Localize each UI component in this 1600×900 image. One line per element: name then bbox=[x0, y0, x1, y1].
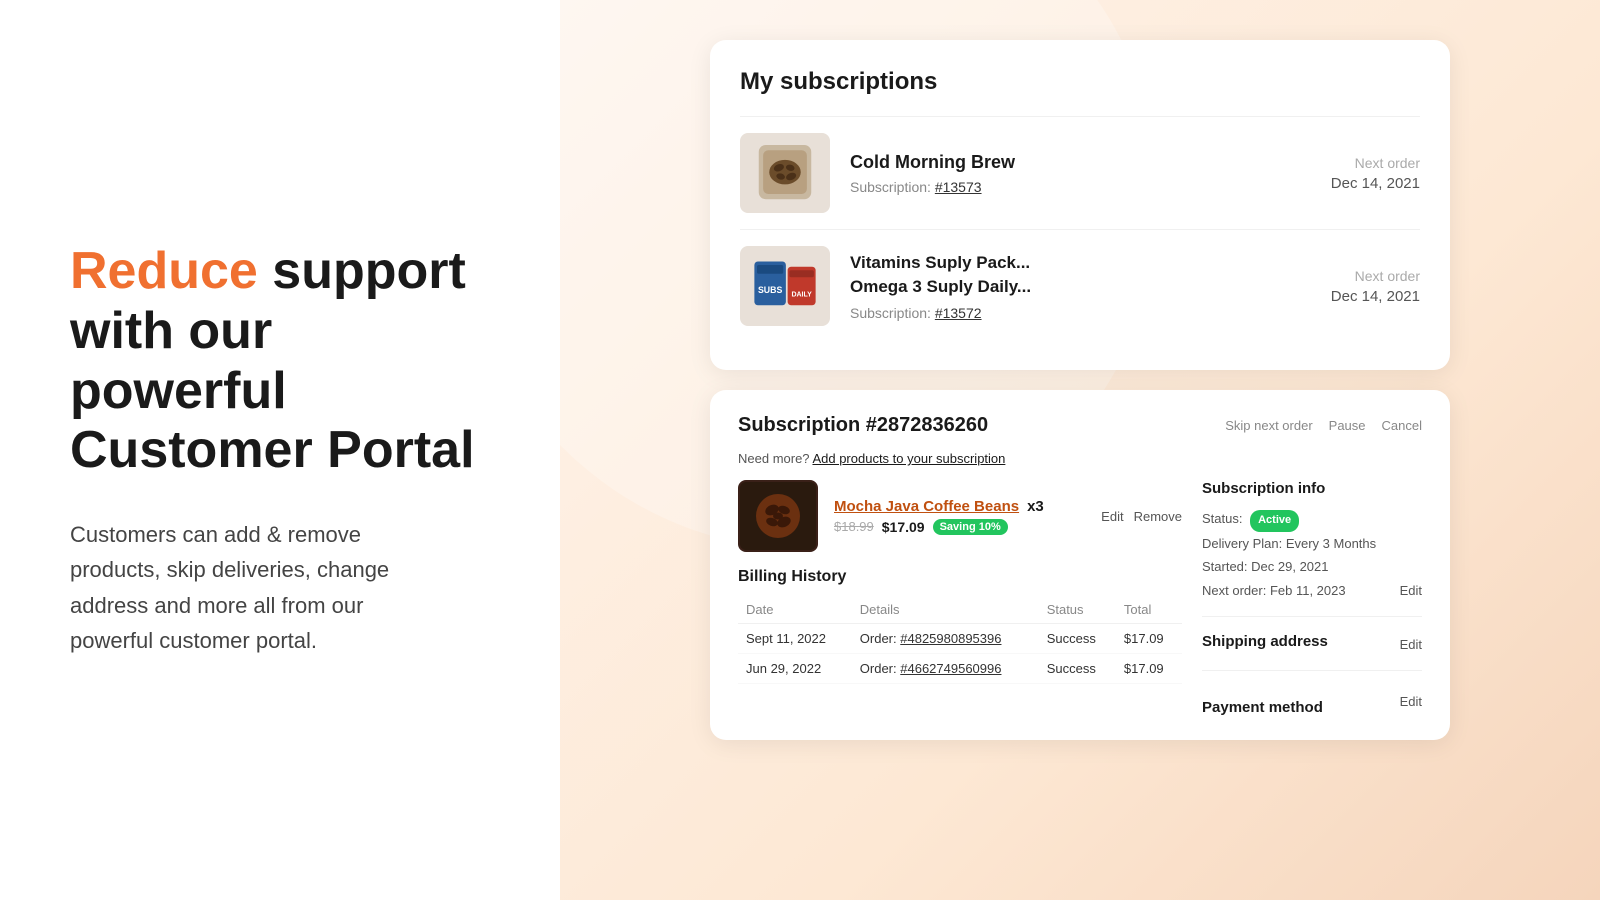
billing-details-1: Order: #4825980895396 bbox=[852, 624, 1039, 654]
subscription-item-2[interactable]: SUBS DAILY Vitamins Suply Pack... Omega … bbox=[740, 229, 1420, 342]
svg-text:SUBS: SUBS bbox=[758, 285, 782, 295]
col-details: Details bbox=[852, 596, 1039, 624]
headline: Reduce supportwith our powerfulCustomer … bbox=[70, 242, 490, 481]
sub-id-link-2[interactable]: #13572 bbox=[935, 305, 982, 321]
left-panel: Reduce supportwith our powerfulCustomer … bbox=[0, 0, 560, 900]
sub-image-2: SUBS DAILY bbox=[740, 246, 830, 326]
detail-left: Mocha Java Coffee Beans x3 $18.99 $17.09… bbox=[738, 480, 1182, 716]
add-products-text: Need more? Add products to your subscrip… bbox=[738, 451, 1422, 466]
sub-image-1 bbox=[740, 133, 830, 213]
sub-id-link-1[interactable]: #13573 bbox=[935, 179, 982, 195]
sub-right-1: Next order Dec 14, 2021 bbox=[1331, 155, 1420, 192]
sub-number-2: Subscription: #13572 bbox=[850, 305, 1311, 321]
skip-next-order-link[interactable]: Skip next order bbox=[1225, 418, 1312, 433]
sub-info-2: Vitamins Suply Pack... Omega 3 Suply Dai… bbox=[850, 251, 1311, 321]
product-row: Mocha Java Coffee Beans x3 $18.99 $17.09… bbox=[738, 480, 1182, 552]
billing-section: Billing History Date Details Status Tota… bbox=[738, 568, 1182, 684]
col-date: Date bbox=[738, 596, 852, 624]
add-products-link[interactable]: Add products to your subscription bbox=[812, 451, 1005, 466]
next-order-label-2: Next order bbox=[1331, 268, 1420, 284]
detail-body: Mocha Java Coffee Beans x3 $18.99 $17.09… bbox=[738, 480, 1422, 716]
sub-info-1: Cold Morning Brew Subscription: #13573 bbox=[850, 152, 1311, 195]
next-order-row: Next order: Feb 11, 2023 Edit bbox=[1202, 579, 1422, 602]
sub-number-1: Subscription: #13573 bbox=[850, 179, 1311, 195]
product-qty: x3 bbox=[1027, 498, 1044, 515]
product-image bbox=[738, 480, 818, 552]
billing-details-2: Order: #4662749560996 bbox=[852, 654, 1039, 684]
product-info: Mocha Java Coffee Beans x3 $18.99 $17.09… bbox=[834, 498, 1101, 535]
billing-order-link-2[interactable]: #4662749560996 bbox=[900, 661, 1001, 676]
sub-info-section: Subscription info Status: Active Deliver… bbox=[1202, 480, 1422, 617]
price-new: $17.09 bbox=[882, 519, 925, 535]
billing-total-2: $17.09 bbox=[1116, 654, 1182, 684]
next-order-date-2: Dec 14, 2021 bbox=[1331, 288, 1420, 305]
delivery-row: Delivery Plan: Every 3 Months bbox=[1202, 532, 1422, 555]
sub-right-2: Next order Dec 14, 2021 bbox=[1331, 268, 1420, 305]
detail-actions: Skip next order Pause Cancel bbox=[1225, 418, 1422, 433]
sub-info-edit-link[interactable]: Edit bbox=[1400, 579, 1422, 602]
sub-info-heading: Subscription info bbox=[1202, 480, 1325, 497]
subscriptions-card: My subscriptions Cold Morning Brew Su bbox=[710, 40, 1450, 370]
payment-section: Payment method Edit bbox=[1202, 687, 1422, 716]
sub-name-2: Vitamins Suply Pack... Omega 3 Suply Dai… bbox=[850, 251, 1311, 299]
shipping-section: Shipping address Edit bbox=[1202, 633, 1422, 671]
status-active-badge: Active bbox=[1250, 510, 1299, 532]
billing-total-1: $17.09 bbox=[1116, 624, 1182, 654]
subscriptions-title: My subscriptions bbox=[740, 68, 1420, 96]
col-total: Total bbox=[1116, 596, 1182, 624]
product-edit-link[interactable]: Edit bbox=[1101, 509, 1123, 524]
svg-text:DAILY: DAILY bbox=[791, 292, 812, 299]
sub-name-1: Cold Morning Brew bbox=[850, 152, 1311, 173]
next-order-label-1: Next order bbox=[1331, 155, 1420, 171]
body-text: Customers can add & removeproducts, skip… bbox=[70, 517, 490, 658]
pause-link[interactable]: Pause bbox=[1329, 418, 1366, 433]
status-row: Status: Active bbox=[1202, 507, 1422, 532]
headline-highlight: Reduce bbox=[70, 242, 258, 300]
billing-row-1: Sept 11, 2022 Order: #4825980895396 Succ… bbox=[738, 624, 1182, 654]
billing-table: Date Details Status Total Sept 11, 2022 … bbox=[738, 596, 1182, 684]
product-pricing: $18.99 $17.09 Saving 10% bbox=[834, 519, 1101, 535]
detail-title: Subscription #2872836260 bbox=[738, 414, 988, 437]
billing-row-2: Jun 29, 2022 Order: #4662749560996 Succe… bbox=[738, 654, 1182, 684]
product-edit-remove: Edit Remove bbox=[1101, 509, 1182, 524]
detail-header: Subscription #2872836260 Skip next order… bbox=[738, 414, 1422, 437]
product-remove-link[interactable]: Remove bbox=[1134, 509, 1182, 524]
payment-edit-link[interactable]: Edit bbox=[1400, 694, 1422, 709]
billing-order-link-1[interactable]: #4825980895396 bbox=[900, 631, 1001, 646]
right-panel: My subscriptions Cold Morning Brew Su bbox=[560, 0, 1600, 900]
billing-date-1: Sept 11, 2022 bbox=[738, 624, 852, 654]
next-order-date-1: Dec 14, 2021 bbox=[1331, 175, 1420, 192]
billing-status-2: Success bbox=[1039, 654, 1116, 684]
price-old: $18.99 bbox=[834, 519, 874, 534]
product-name-link[interactable]: Mocha Java Coffee Beans bbox=[834, 498, 1019, 515]
sub-info-rows: Status: Active Delivery Plan: Every 3 Mo… bbox=[1202, 507, 1422, 602]
billing-date-2: Jun 29, 2022 bbox=[738, 654, 852, 684]
shipping-title: Shipping address bbox=[1202, 633, 1328, 650]
billing-status-1: Success bbox=[1039, 624, 1116, 654]
started-row: Started: Dec 29, 2021 bbox=[1202, 555, 1422, 578]
shipping-edit-link[interactable]: Edit bbox=[1400, 637, 1422, 652]
billing-title: Billing History bbox=[738, 568, 1182, 586]
cancel-link[interactable]: Cancel bbox=[1382, 418, 1422, 433]
subscription-item-1[interactable]: Cold Morning Brew Subscription: #13573 N… bbox=[740, 116, 1420, 229]
saving-badge: Saving 10% bbox=[933, 519, 1008, 535]
detail-right: Subscription info Status: Active Deliver… bbox=[1202, 480, 1422, 716]
detail-card: Subscription #2872836260 Skip next order… bbox=[710, 390, 1450, 740]
col-status: Status bbox=[1039, 596, 1116, 624]
payment-title: Payment method bbox=[1202, 699, 1323, 716]
